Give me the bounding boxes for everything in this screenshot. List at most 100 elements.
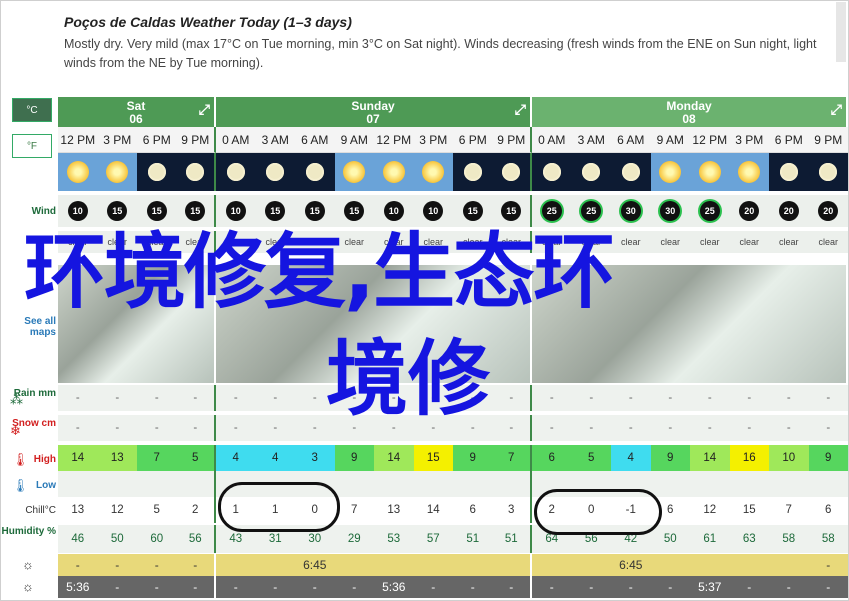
chill-cell: 7	[334, 497, 374, 523]
rain-cell: -	[176, 385, 216, 411]
sunset-cell: -	[431, 580, 436, 594]
high-temp-row: 14 13 7 5 4 4 3 9 14 15 9 7 6 5 4 9 14 16 10 9	[58, 445, 848, 471]
humidity-cell: 57	[413, 525, 453, 553]
low-temp-cell	[729, 471, 769, 497]
rain-cell: -	[650, 385, 690, 411]
sunset-cell: -	[747, 580, 752, 594]
sky-cell	[769, 153, 809, 191]
sunset-cell: -	[549, 580, 554, 594]
celsius-toggle[interactable]: °C	[12, 98, 52, 122]
sunrise-cell	[256, 554, 296, 576]
sun-icon	[66, 161, 89, 183]
day-header-monday[interactable]: Monday 08 ⤢	[532, 97, 848, 127]
high-temp-cell: 5	[176, 445, 216, 471]
time-row: 12 PM 3 PM 6 PM 9 PM 0 AM 3 AM 6 AM 9 AM 12 PM 3 …	[58, 127, 848, 153]
moon-icon	[502, 163, 521, 181]
sunrise-cell	[216, 554, 256, 576]
sunrise-cell	[493, 554, 532, 576]
time-cell: 9 AM	[334, 127, 374, 153]
time-cell: 9 PM	[492, 127, 532, 153]
snow-cell: -	[255, 415, 295, 441]
sun-icon	[698, 161, 721, 183]
wind-cell: 20	[769, 195, 809, 227]
time-cell: 0 AM	[532, 127, 572, 153]
wind-cell: 20	[729, 195, 769, 227]
humidity-cell: 58	[808, 525, 848, 553]
day-header-sunday[interactable]: Sunday 07 ⤢	[216, 97, 532, 127]
expand-icon[interactable]: ⤢	[831, 102, 842, 116]
snow-cell: -	[176, 415, 216, 441]
expand-icon[interactable]: ⤢	[199, 102, 210, 116]
expand-icon[interactable]: ⤢	[515, 102, 526, 116]
chill-cell: 12	[97, 497, 137, 523]
low-temp-cell	[808, 471, 848, 497]
chill-cell: 7	[769, 497, 809, 523]
sunset-cell: -	[115, 580, 120, 594]
condition-cell: clear	[729, 231, 769, 253]
time-cell: 12 PM	[690, 127, 730, 153]
time-cell: 6 PM	[137, 127, 177, 153]
chill-cell: 3	[492, 497, 532, 523]
hand-drawn-circle	[534, 489, 662, 535]
high-temp-cell: 4	[255, 445, 295, 471]
high-temp-cell: 16	[729, 445, 769, 471]
humidity-row: 46 50 60 56 43 31 30 29 53 57 51 51 64 56 42 50 61 63 58 58	[58, 525, 848, 553]
moon-icon	[305, 163, 324, 181]
sunrise-cell: -	[177, 554, 216, 576]
sky-cell	[137, 153, 177, 191]
wind-cell: 20	[808, 195, 848, 227]
low-temp-cell	[334, 471, 374, 497]
rain-cell: -	[255, 385, 295, 411]
sky-cell	[58, 153, 98, 191]
sky-cell	[453, 153, 493, 191]
sunset-cell: -	[233, 580, 238, 594]
rain-cell: -	[492, 385, 532, 411]
fahrenheit-toggle[interactable]: °F	[12, 134, 52, 158]
moon-icon	[186, 163, 205, 181]
sunrise-cell	[572, 554, 612, 576]
day-header-sat[interactable]: Sat 06 ⤢	[58, 97, 216, 127]
humidity-cell: 56	[176, 525, 216, 553]
wind-arrow-icon: 20	[818, 201, 839, 221]
time-cell: 6 AM	[611, 127, 651, 153]
time-cell: 12 PM	[58, 127, 98, 153]
humidity-cell: 29	[334, 525, 374, 553]
high-temp-cell: 9	[453, 445, 493, 471]
wind-arrow-icon: 20	[739, 201, 760, 221]
time-cell: 3 PM	[729, 127, 769, 153]
low-temp-cell	[492, 471, 532, 497]
rain-cell: -	[769, 385, 809, 411]
sunrise-cell	[730, 554, 770, 576]
humidity-cell: 50	[650, 525, 690, 553]
sunrise-cell	[374, 554, 414, 576]
humidity-cell: 46	[58, 525, 98, 553]
high-temp-cell: 9	[334, 445, 374, 471]
wind-cell: 25	[690, 195, 730, 227]
rain-label: Rain mm	[13, 388, 56, 399]
chill-cell: 6	[808, 497, 848, 523]
time-cell: 3 PM	[97, 127, 137, 153]
moon-icon	[621, 163, 640, 181]
sunset-cell: -	[628, 580, 633, 594]
sunset-cell: 5:36	[66, 580, 90, 594]
chill-cell: 13	[374, 497, 414, 523]
rain-cell: -	[611, 385, 651, 411]
scrollbar-thumb[interactable]	[836, 2, 846, 62]
chill-cell: 6	[453, 497, 493, 523]
sky-cell	[492, 153, 532, 191]
sunset-cell: -	[589, 580, 594, 594]
humidity-cell: 51	[492, 525, 532, 553]
condition-cell: clear	[769, 231, 809, 253]
sun-icon	[382, 161, 405, 183]
sky-cell	[808, 153, 848, 191]
wind-cell: 30	[611, 195, 651, 227]
condition-cell: clear	[690, 231, 730, 253]
sunset-cell: -	[470, 580, 475, 594]
low-temp-cell	[97, 471, 137, 497]
sun-icon	[659, 161, 682, 183]
low-temp-cell	[413, 471, 453, 497]
snow-cell: -	[216, 415, 256, 441]
low-label: Low	[36, 480, 56, 491]
sunset-cell: 5:37	[698, 580, 722, 594]
snow-cell: -	[97, 415, 137, 441]
